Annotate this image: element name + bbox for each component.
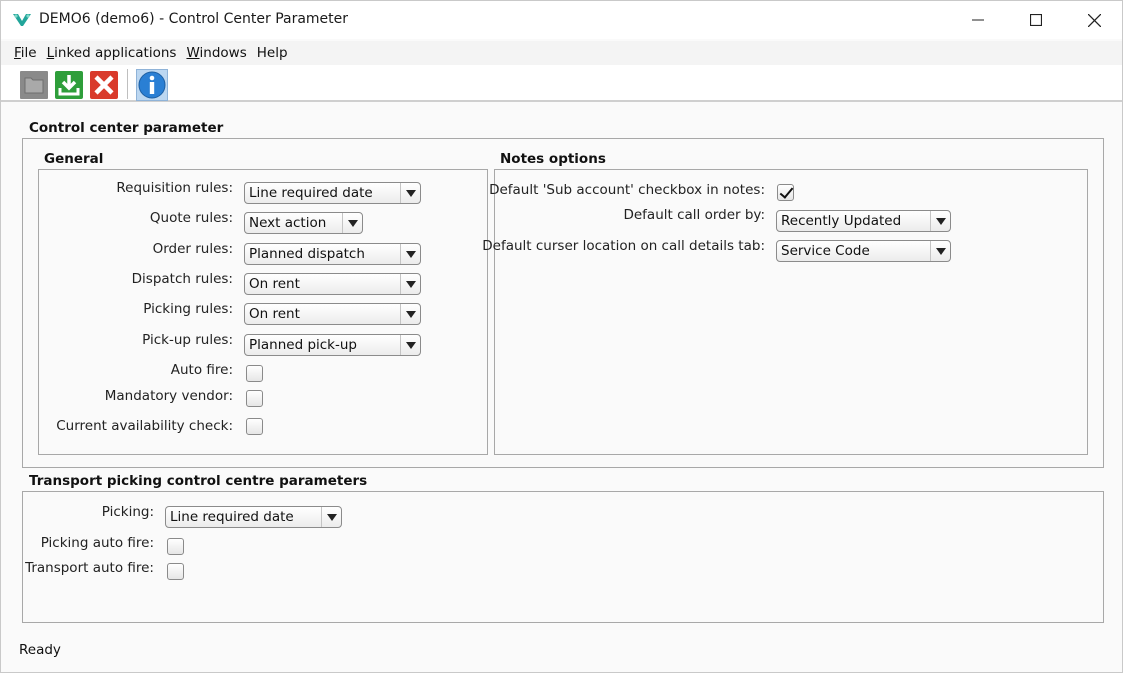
window-title: DEMO6 (demo6) - Control Center Parameter xyxy=(39,11,349,27)
transport-picking-select[interactable]: Line required date xyxy=(165,506,342,528)
chevron-down-icon xyxy=(400,244,420,264)
chevron-down-icon xyxy=(342,213,362,233)
maximize-button[interactable] xyxy=(1007,1,1065,39)
transport-auto-fire-label: Transport auto fire: xyxy=(25,560,154,576)
control-center-title: Control center parameter xyxy=(29,120,224,136)
info-icon xyxy=(136,69,168,101)
dispatch-rules-label: Dispatch rules: xyxy=(131,271,233,287)
quote-rules-select[interactable]: Next action xyxy=(244,212,363,234)
chevron-down-icon xyxy=(321,507,341,527)
maximize-icon xyxy=(1030,14,1042,26)
curser-location-select[interactable]: Service Code xyxy=(776,240,951,262)
open-button[interactable] xyxy=(17,68,51,102)
auto-fire-label: Auto fire: xyxy=(170,362,233,378)
menu-help[interactable]: Help xyxy=(257,45,288,61)
pickup-rules-label: Pick-up rules: xyxy=(142,332,233,348)
app-logo-icon xyxy=(13,14,31,26)
availability-check-checkbox[interactable] xyxy=(246,418,263,435)
close-button[interactable] xyxy=(1065,1,1123,39)
minimize-button[interactable] xyxy=(949,1,1007,39)
chevron-down-icon xyxy=(930,211,950,231)
notes-options-title: Notes options xyxy=(500,151,606,167)
auto-fire-checkbox[interactable] xyxy=(246,365,263,382)
menu-windows[interactable]: Windows xyxy=(186,45,246,61)
close-icon xyxy=(1087,13,1101,27)
info-button[interactable] xyxy=(135,68,169,102)
chevron-down-icon xyxy=(400,183,420,203)
menu-bar: File Linked applications Windows Help xyxy=(1,41,1122,65)
order-rules-label: Order rules: xyxy=(152,241,233,257)
dispatch-rules-select[interactable]: On rent xyxy=(244,273,421,295)
transport-title: Transport picking control centre paramet… xyxy=(29,473,368,489)
quote-rules-label: Quote rules: xyxy=(149,210,233,226)
delete-x-icon xyxy=(90,71,118,99)
curser-location-label: Default curser location on call details … xyxy=(482,238,765,254)
availability-check-label: Current availability check: xyxy=(56,418,233,434)
transport-auto-fire-checkbox[interactable] xyxy=(167,563,184,580)
chevron-down-icon xyxy=(400,335,420,355)
minimize-icon xyxy=(972,19,984,21)
save-download-icon xyxy=(55,71,83,99)
chevron-down-icon xyxy=(400,304,420,324)
toolbar-separator xyxy=(127,69,128,99)
call-order-label: Default call order by: xyxy=(623,207,765,223)
title-bar: DEMO6 (demo6) - Control Center Parameter xyxy=(1,1,1122,39)
sub-account-label: Default 'Sub account' checkbox in notes: xyxy=(489,182,765,198)
picking-auto-fire-checkbox[interactable] xyxy=(167,538,184,555)
picking-rules-label: Picking rules: xyxy=(143,301,233,317)
general-title: General xyxy=(44,151,104,167)
requisition-rules-select[interactable]: Line required date xyxy=(244,182,421,204)
order-rules-select[interactable]: Planned dispatch xyxy=(244,243,421,265)
call-order-select[interactable]: Recently Updated xyxy=(776,210,951,232)
mandatory-vendor-checkbox[interactable] xyxy=(246,390,263,407)
pickup-rules-select[interactable]: Planned pick-up xyxy=(244,334,421,356)
toolbar xyxy=(1,65,1122,102)
mandatory-vendor-label: Mandatory vendor: xyxy=(104,388,233,404)
status-text: Ready xyxy=(19,642,61,658)
save-button[interactable] xyxy=(52,68,86,102)
chevron-down-icon xyxy=(400,274,420,294)
picking-auto-fire-label: Picking auto fire: xyxy=(40,535,154,551)
menu-file[interactable]: File xyxy=(14,45,37,61)
transport-picking-label: Picking: xyxy=(101,504,154,520)
app-window: DEMO6 (demo6) - Control Center Parameter… xyxy=(0,0,1123,673)
requisition-rules-label: Requisition rules: xyxy=(116,180,233,196)
menu-linked-applications[interactable]: Linked applications xyxy=(47,45,177,61)
picking-rules-select[interactable]: On rent xyxy=(244,303,421,325)
sub-account-checkbox[interactable] xyxy=(777,184,794,201)
folder-icon xyxy=(20,71,48,99)
chevron-down-icon xyxy=(930,241,950,261)
delete-button[interactable] xyxy=(87,68,121,102)
